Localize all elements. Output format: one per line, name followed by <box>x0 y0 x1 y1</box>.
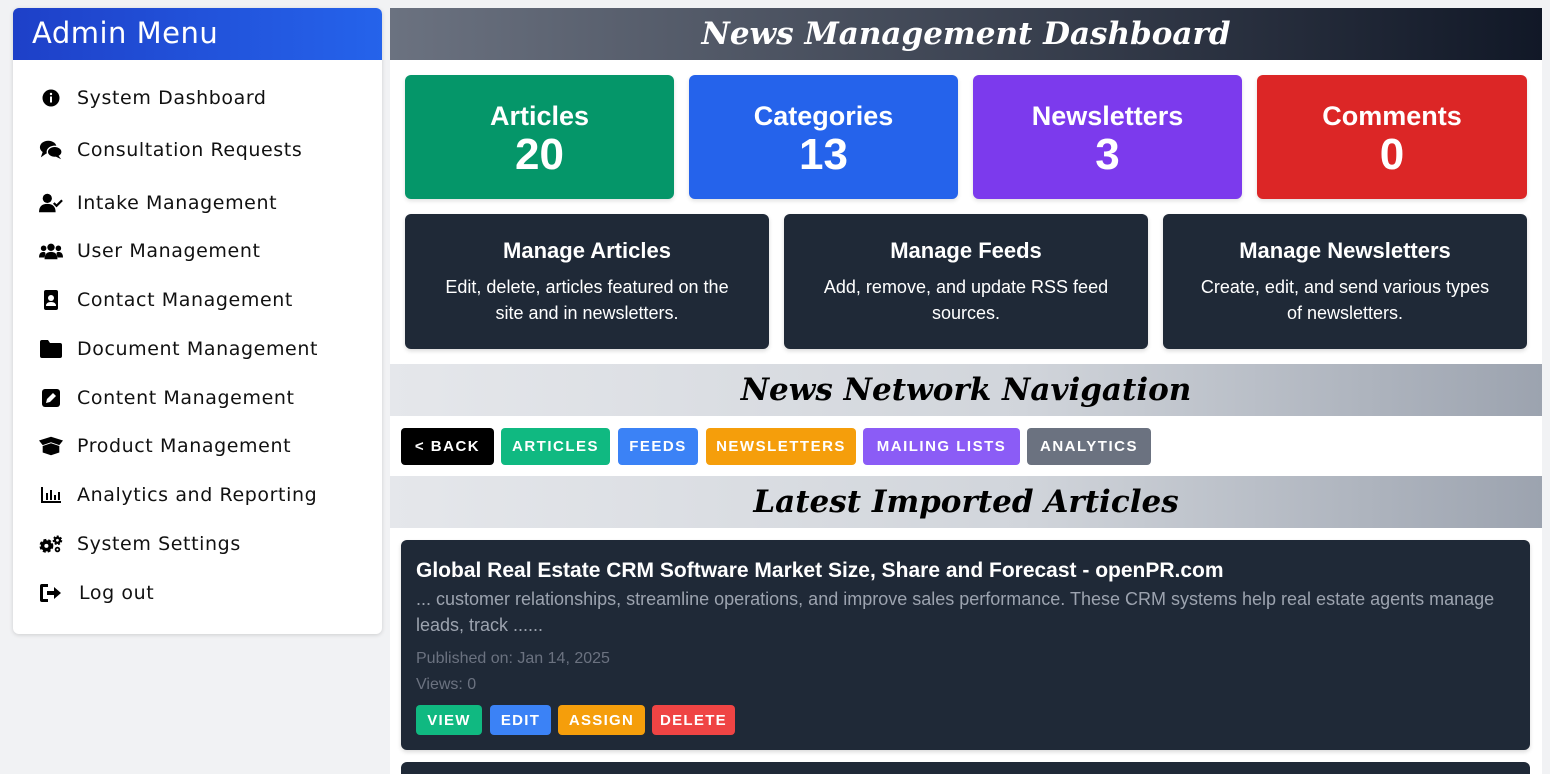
sidebar-item-consultation-requests[interactable]: Consultation Requests <box>13 130 382 170</box>
sidebar-item-label: Product Management <box>77 435 292 457</box>
stat-value: 0 <box>1379 130 1405 179</box>
chart-bar-icon <box>39 483 63 507</box>
analytics-nav-button[interactable]: Analytics <box>1027 428 1151 465</box>
stat-label: Comments <box>1322 101 1462 131</box>
card-description: Create, edit, and send various types of … <box>1200 277 1490 323</box>
card-title: Manage Feeds <box>890 238 1042 263</box>
article-summary: ... customer relationships, streamline o… <box>416 589 1495 635</box>
stat-value: 3 <box>1095 130 1120 179</box>
address-book-icon <box>39 288 63 312</box>
stat-card-articles: Articles 20 <box>405 75 674 199</box>
latest-imported-articles-title: Latest Imported Articles <box>390 476 1542 528</box>
feeds-nav-button[interactable]: Feeds <box>618 428 698 465</box>
article-card: Global Real Estate CRM Software Market S… <box>401 540 1530 750</box>
sidebar-item-log-out[interactable]: Log out <box>13 573 382 613</box>
dashboard-title: News Management Dashboard <box>390 8 1542 60</box>
info-circle-icon <box>39 86 63 110</box>
sidebar-item-system-settings[interactable]: System Settings <box>13 524 382 564</box>
sidebar-item-label: Document Management <box>77 338 319 360</box>
sidebar-item-system-dashboard[interactable]: System Dashboard <box>13 78 382 118</box>
sidebar-item-document-management[interactable]: Document Management <box>13 329 382 369</box>
sidebar-item-label: User Management <box>77 240 261 262</box>
sidebar-item-content-management[interactable]: Content Management <box>13 378 382 418</box>
card-title: Manage Articles <box>503 238 671 263</box>
stat-card-newsletters: Newsletters 3 <box>973 75 1242 199</box>
sidebar-item-label: Content Management <box>77 387 295 409</box>
management-cards: Manage Articles Edit, delete, articles f… <box>405 214 1527 349</box>
stat-card-comments: Comments 0 <box>1257 75 1527 199</box>
article-published-date: Published on: Jan 14, 2025 <box>416 650 610 667</box>
edit-icon <box>39 386 63 410</box>
sidebar-item-label: System Settings <box>77 533 241 555</box>
stat-label: Categories <box>753 101 894 131</box>
comments-icon <box>39 138 63 162</box>
box-open-icon <box>39 434 63 458</box>
users-icon <box>39 239 63 263</box>
user-check-icon <box>39 191 63 215</box>
newsletters-nav-button[interactable]: Newsletters <box>706 428 856 465</box>
card-description: Add, remove, and update RSS feed sources… <box>823 277 1109 323</box>
back-button[interactable]: < Back <box>401 428 494 465</box>
sidebar-item-label: System Dashboard <box>77 87 267 109</box>
assign-button[interactable]: ASSIGN <box>558 705 645 735</box>
article-title[interactable]: Global Real Estate CRM Software Market S… <box>416 558 1515 584</box>
sidebar-item-label: Analytics and Reporting <box>77 484 318 506</box>
admin-sidebar: Admin Menu System Dashboard Consultation… <box>13 8 382 634</box>
folder-icon <box>39 337 63 361</box>
main-content: News Management Dashboard Articles 20 Ca… <box>390 8 1542 774</box>
sidebar-item-user-management[interactable]: User Management <box>13 231 382 271</box>
sidebar-item-label: Consultation Requests <box>77 139 303 161</box>
manage-feeds-card[interactable]: Manage Feeds Add, remove, and update RSS… <box>784 214 1148 349</box>
article-card <box>401 762 1530 774</box>
stat-label: Newsletters <box>1031 101 1184 131</box>
cogs-icon <box>39 532 63 556</box>
stat-value: 20 <box>515 130 564 179</box>
card-description: Edit, delete, articles featured on the s… <box>445 277 729 323</box>
sidebar-item-label: Intake Management <box>77 192 278 214</box>
news-network-navigation-title: News Network Navigation <box>390 364 1542 416</box>
edit-button[interactable]: EDIT <box>490 705 551 735</box>
sidebar-item-label: Log out <box>79 582 155 604</box>
stats-row: Articles 20 Categories 13 Newsletters 3 … <box>405 75 1527 199</box>
sidebar-item-product-management[interactable]: Product Management <box>13 426 382 466</box>
manage-articles-card[interactable]: Manage Articles Edit, delete, articles f… <box>405 214 769 349</box>
manage-newsletters-card[interactable]: Manage Newsletters Create, edit, and sen… <box>1163 214 1527 349</box>
sidebar-item-contact-management[interactable]: Contact Management <box>13 280 382 320</box>
article-views: Views: 0 <box>416 676 477 693</box>
sidebar-item-intake-management[interactable]: Intake Management <box>13 183 382 223</box>
mailing-lists-nav-button[interactable]: Mailing Lists <box>863 428 1020 465</box>
sidebar-item-analytics-reporting[interactable]: Analytics and Reporting <box>13 475 382 515</box>
sidebar-title: Admin Menu <box>13 8 382 60</box>
stat-value: 13 <box>799 130 848 179</box>
delete-button[interactable]: DELETE <box>652 705 735 735</box>
sidebar-item-label: Contact Management <box>77 289 293 311</box>
card-title: Manage Newsletters <box>1239 238 1451 263</box>
sign-out-icon <box>39 581 63 605</box>
view-button[interactable]: VIEW <box>416 705 482 735</box>
articles-nav-button[interactable]: Articles <box>501 428 610 465</box>
stat-card-categories: Categories 13 <box>689 75 958 199</box>
stat-label: Articles <box>489 101 590 131</box>
